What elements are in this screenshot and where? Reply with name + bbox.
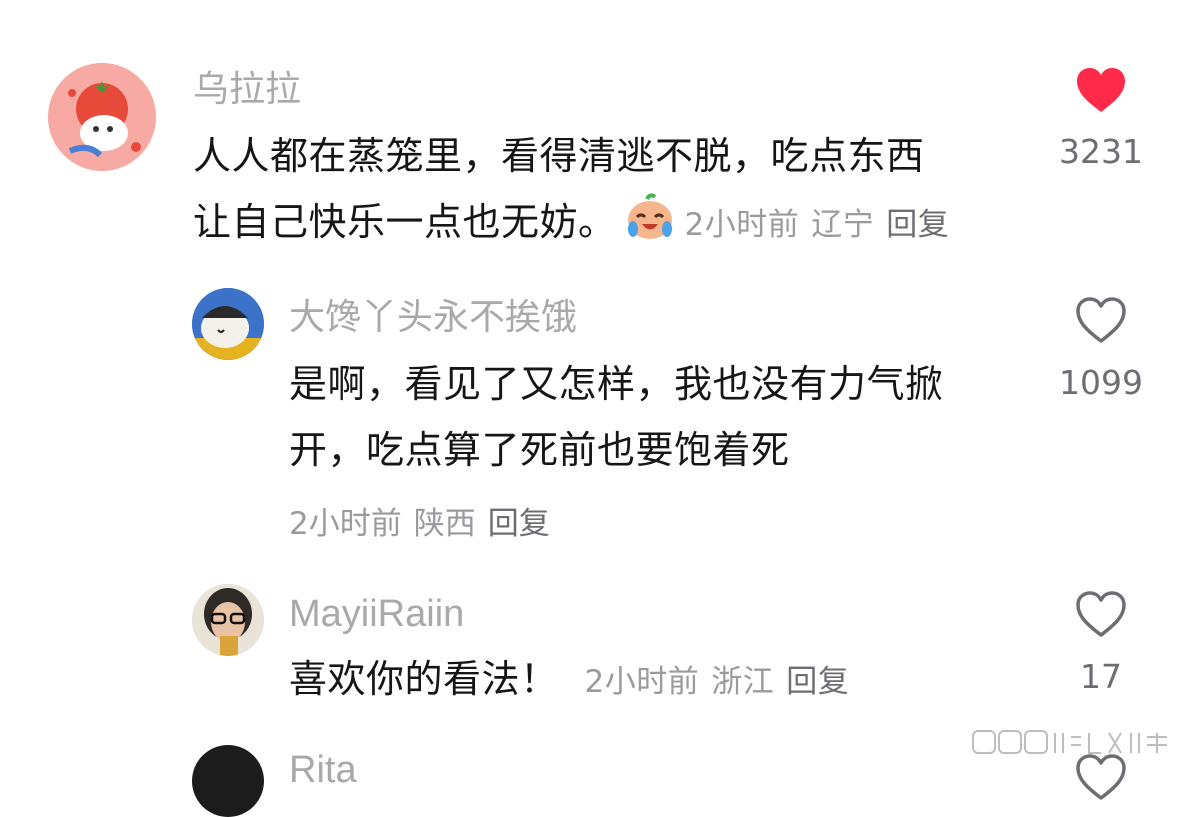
like-count: 3231 bbox=[1059, 132, 1143, 171]
comment-meta: 2小时前 陕西 回复 bbox=[289, 498, 550, 543]
like-button[interactable]: 1099 bbox=[1041, 295, 1161, 403]
location: 浙江 bbox=[711, 664, 775, 700]
reply-button[interactable]: 回复 bbox=[488, 506, 550, 542]
avatar[interactable] bbox=[192, 288, 264, 360]
watermark-logo bbox=[971, 727, 1171, 761]
like-button[interactable]: 3231 bbox=[1041, 66, 1161, 172]
like-count: 17 bbox=[1080, 657, 1122, 696]
username[interactable]: 乌拉拉 bbox=[193, 68, 301, 112]
comment-line-with-meta: 让自己快乐一点也无妨。 2小时前 辽宁 回复 bbox=[193, 189, 1013, 261]
username[interactable]: Rita bbox=[289, 748, 357, 792]
avatar[interactable] bbox=[192, 584, 264, 656]
timestamp: 2小时前 bbox=[584, 664, 700, 700]
username[interactable]: 大馋丫头永不挨饿 bbox=[289, 296, 577, 340]
comment-line: 人人都在蒸笼里，看得清逃不脱，吃点东西 bbox=[193, 134, 925, 178]
avatar[interactable] bbox=[192, 745, 264, 817]
location: 陕西 bbox=[413, 506, 476, 542]
heart-filled-icon bbox=[1077, 68, 1125, 112]
comment-text: 人人都在蒸笼里，看得清逃不脱，吃点东西 让自己快乐一点也无妨。 2小时前 辽宁 回复 bbox=[193, 123, 1013, 261]
comment-line: 让自己快乐一点也无妨。 bbox=[193, 200, 617, 244]
username[interactable]: MayiiRaiin bbox=[289, 592, 464, 636]
like-button[interactable]: 17 bbox=[1041, 589, 1161, 697]
heart-outline-icon bbox=[1076, 591, 1126, 637]
comment-meta: 2小时前 浙江 回复 bbox=[585, 664, 850, 700]
crying-laugh-emoji-icon bbox=[625, 193, 675, 261]
reply-button[interactable]: 回复 bbox=[786, 664, 849, 700]
comment-text: 喜欢你的看法！ 2小时前 浙江 回复 bbox=[289, 646, 849, 715]
location: 辽宁 bbox=[811, 207, 875, 243]
comment-line: 喜欢你的看法！ bbox=[289, 657, 559, 701]
reply-button[interactable]: 回复 bbox=[886, 207, 949, 243]
timestamp: 2小时前 bbox=[684, 207, 800, 243]
heart-outline-icon bbox=[1076, 297, 1126, 343]
comment-line: 是啊，看见了又怎样，我也没有力气掀 bbox=[289, 362, 944, 406]
comment-meta: 2小时前 辽宁 回复 bbox=[685, 207, 950, 243]
like-count: 1099 bbox=[1059, 363, 1143, 402]
comment-line: 开，吃点算了死前也要饱着死 bbox=[289, 428, 790, 472]
timestamp: 2小时前 bbox=[289, 506, 402, 542]
avatar[interactable] bbox=[48, 63, 156, 171]
comment-text: 是啊，看见了又怎样，我也没有力气掀 开，吃点算了死前也要饱着死 bbox=[289, 351, 1019, 483]
